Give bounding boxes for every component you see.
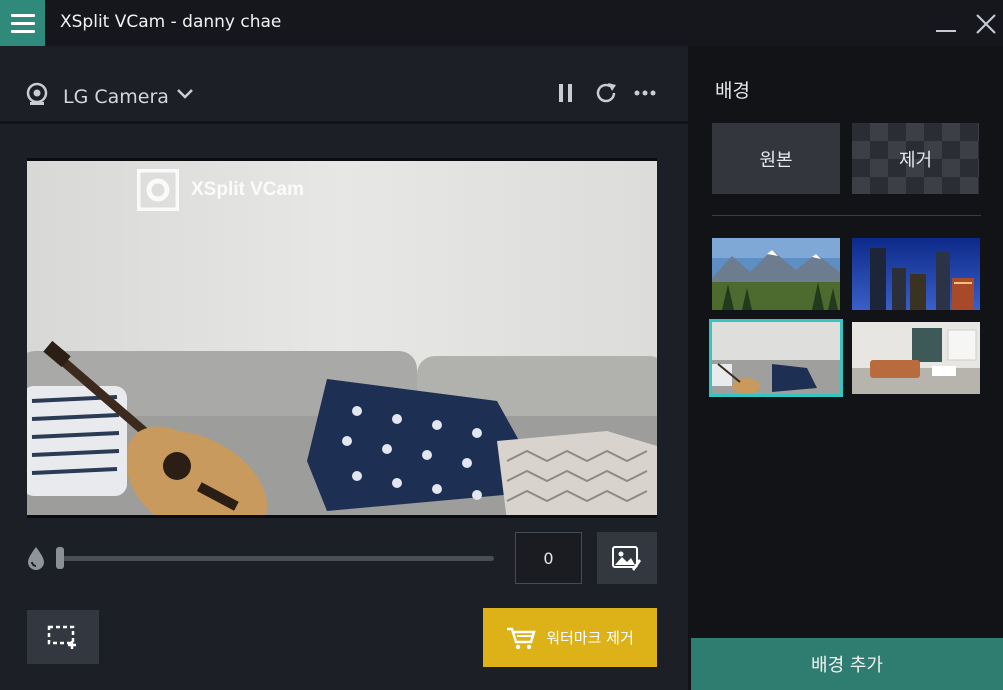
left-panel: LG Camera XSplit VCam 0 워터마크 제거 bbox=[0, 46, 688, 690]
blur-drop-icon bbox=[28, 547, 44, 570]
crop-add-button[interactable] bbox=[27, 610, 99, 664]
camera-toolbar: LG Camera bbox=[0, 46, 688, 124]
preview-watermark: XSplit VCam bbox=[137, 169, 304, 211]
preview-scene bbox=[27, 161, 657, 515]
app-title: XSplit VCam - danny chae bbox=[60, 12, 282, 32]
xsplit-logo-icon bbox=[137, 169, 179, 211]
background-panel: 배경 원본 제거 배경 추가 bbox=[688, 46, 1003, 690]
camera-select[interactable]: LG Camera bbox=[63, 86, 169, 108]
blur-value-field[interactable]: 0 bbox=[515, 532, 582, 584]
original-background-button[interactable]: 원본 bbox=[712, 123, 840, 194]
divider bbox=[712, 215, 981, 216]
chevron-down-icon[interactable] bbox=[176, 88, 194, 100]
blur-slider-handle[interactable] bbox=[56, 547, 64, 569]
background-thumb-apartment[interactable] bbox=[852, 322, 980, 394]
background-thumb-living-room[interactable] bbox=[709, 319, 843, 397]
refresh-icon[interactable] bbox=[594, 81, 618, 105]
remove-background-button[interactable]: 제거 bbox=[852, 123, 979, 194]
watermark-text: XSplit VCam bbox=[191, 179, 304, 200]
title-bar: XSplit VCam - danny chae bbox=[0, 0, 1003, 46]
pause-icon[interactable] bbox=[558, 84, 574, 102]
background-heading: 배경 bbox=[715, 80, 750, 102]
crop-add-icon bbox=[47, 625, 76, 649]
minimize-icon[interactable] bbox=[936, 30, 956, 32]
background-thumb-city[interactable] bbox=[852, 238, 980, 310]
image-edit-icon bbox=[612, 546, 641, 571]
blur-slider-track[interactable] bbox=[60, 556, 494, 561]
living-room-image bbox=[712, 322, 840, 394]
add-background-button[interactable]: 배경 추가 bbox=[691, 638, 1003, 690]
camera-preview: XSplit VCam bbox=[27, 158, 657, 518]
hamburger-menu-button[interactable] bbox=[0, 0, 45, 46]
hamburger-icon bbox=[10, 13, 35, 17]
close-icon[interactable] bbox=[975, 13, 997, 35]
webcam-icon bbox=[26, 82, 48, 105]
image-settings-button[interactable] bbox=[597, 532, 657, 584]
remove-watermark-label: 워터마크 제거 bbox=[546, 629, 634, 647]
remove-watermark-button[interactable]: 워터마크 제거 bbox=[483, 608, 657, 667]
background-thumb-mountains[interactable] bbox=[712, 238, 840, 310]
mountain-landscape-image bbox=[712, 238, 840, 310]
more-icon[interactable] bbox=[634, 90, 656, 96]
modern-apartment-image bbox=[852, 322, 980, 394]
cart-icon bbox=[507, 627, 536, 649]
city-skyline-image bbox=[852, 238, 980, 310]
